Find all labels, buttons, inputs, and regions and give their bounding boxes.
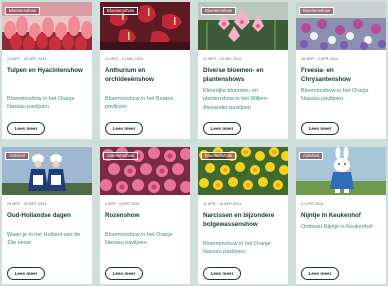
event-title[interactable]: Freesia- en Chrysantenshow <box>301 67 383 84</box>
event-grid: Bloemenshow 21 MRT - 26 MRT 2024 Tulpen … <box>2 2 386 284</box>
read-more-button[interactable]: Lees meer <box>301 122 339 135</box>
event-description: Waan je in het Holland van de 19e eeuw <box>7 232 81 247</box>
event-date: 28 MRT - 2 APR 2024 <box>301 57 338 61</box>
read-more-button[interactable]: Lees meer <box>7 122 45 135</box>
event-date: 29 MRT - 30 MRT 2024 <box>7 202 47 206</box>
event-date: 17 APR 2024 <box>301 202 324 206</box>
event-description: Kleurrijke bloemen- en plantenshow in he… <box>203 88 269 111</box>
category-badge: Bloemenshow <box>103 7 138 15</box>
event-card[interactable]: Bloemenshow 21 MRT - 12 MEI 2024 Diverse… <box>198 2 288 139</box>
event-description: Bloemenshow in het Oranje Nassau paviljo… <box>105 232 173 247</box>
event-card[interactable]: Bloemenshow 28 MRT - 2 APR 2024 Freesia-… <box>296 2 386 139</box>
event-description: Bloemenshow in het Beatrix paviljoen <box>105 96 174 111</box>
event-date: 4 APR - 9 APR 2024 <box>105 202 140 206</box>
event-date: 11 APR - 16 APR 2024 <box>203 202 242 206</box>
category-badge: Bloemenshow <box>103 152 138 160</box>
event-description: Bloemenshow in het Oranje Nassau paviljo… <box>301 88 369 103</box>
event-title[interactable]: Nijntje in Keukenhof <box>301 212 383 221</box>
event-title[interactable]: Diverse bloemen- en plantenshows <box>203 67 285 84</box>
event-description: Bloemenshow in het Oranje Nassau paviljo… <box>203 241 271 256</box>
event-description: Ontmoet Nijntje in Keukenhof <box>301 224 373 230</box>
event-title[interactable]: Narcissen en bijzondere bolgewassenshow <box>203 212 285 229</box>
event-description: Bloemenshow in het Oranje Nassau paviljo… <box>7 96 75 111</box>
event-title[interactable]: Tulpen en Hyacintenshow <box>7 67 89 76</box>
read-more-button[interactable]: Lees meer <box>7 267 45 280</box>
event-title[interactable]: Oud-Hollandse dagen <box>7 212 89 221</box>
event-title[interactable]: Rozenshow <box>105 212 187 221</box>
category-badge: Bloemenshow <box>201 7 236 15</box>
event-card[interactable]: Bloemenshow 4 APR - 9 APR 2024 Rozenshow… <box>100 147 190 284</box>
event-date: 21 MRT - 12 MEI 2024 <box>105 57 144 61</box>
read-more-button[interactable]: Lees meer <box>203 122 241 135</box>
read-more-button[interactable]: Lees meer <box>105 122 143 135</box>
category-badge: Bloemenshow <box>201 152 236 160</box>
event-card[interactable]: Bloemenshow 21 MRT - 12 MEI 2024 Anthuri… <box>100 2 190 139</box>
event-card[interactable]: Activiteit 29 MRT - 30 MRT 2024 Oud-Holl… <box>2 147 92 284</box>
category-badge: Activiteit <box>5 152 29 160</box>
category-badge: Activiteit <box>299 152 323 160</box>
read-more-button[interactable]: Lees meer <box>301 267 339 280</box>
read-more-button[interactable]: Lees meer <box>105 267 143 280</box>
event-date: 21 MRT - 12 MEI 2024 <box>203 57 242 61</box>
category-badge: Bloemenshow <box>299 7 334 15</box>
event-card[interactable]: Bloemenshow 21 MRT - 26 MRT 2024 Tulpen … <box>2 2 92 139</box>
event-title[interactable]: Anthurium en orchideeënshow <box>105 67 187 84</box>
category-badge: Bloemenshow <box>5 7 40 15</box>
event-card[interactable]: Bloemenshow 11 APR - 16 APR 2024 Narciss… <box>198 147 288 284</box>
event-date: 21 MRT - 26 MRT 2024 <box>7 57 47 61</box>
event-card[interactable]: Activiteit 17 APR 2024 Nijntje in Keuken… <box>296 147 386 284</box>
read-more-button[interactable]: Lees meer <box>203 267 241 280</box>
